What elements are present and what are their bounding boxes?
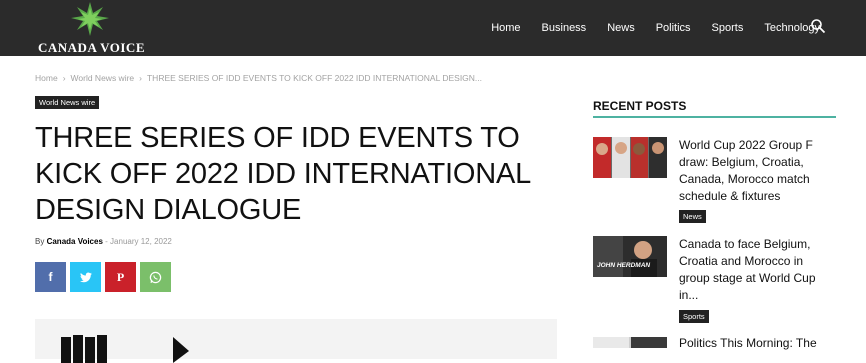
post-thumbnail[interactable]: [593, 137, 667, 178]
breadcrumb-separator-icon: ›: [139, 73, 142, 83]
pinterest-share-button[interactable]: P: [105, 262, 136, 292]
site-logo[interactable]: Canada Voice: [36, 2, 156, 55]
players-photo-icon: [593, 137, 667, 178]
post-thumbnail[interactable]: JOHN HERDMAN: [593, 236, 667, 277]
nav-item-business[interactable]: Business: [542, 22, 587, 34]
nav-item-politics[interactable]: Politics: [656, 22, 691, 34]
breadcrumb: Home › World News wire › THREE SERIES OF…: [35, 73, 482, 83]
post-title[interactable]: Politics This Morning: The: [679, 336, 836, 350]
twitter-share-button[interactable]: [70, 262, 101, 292]
thumbnail-caption: JOHN HERDMAN: [597, 262, 651, 269]
breadcrumb-separator-icon: ›: [62, 73, 66, 83]
twitter-icon: [79, 271, 92, 282]
facebook-share-button[interactable]: f: [35, 262, 66, 292]
article-media[interactable]: [35, 319, 557, 363]
nav-item-sports[interactable]: Sports: [712, 22, 744, 34]
article-title: THREE SERIES OF IDD EVENTS TO KICK OFF 2…: [35, 122, 530, 226]
search-icon[interactable]: [810, 18, 826, 34]
nav-item-home[interactable]: Home: [491, 22, 520, 34]
whatsapp-icon: [149, 271, 162, 283]
breadcrumb-category[interactable]: World News wire: [71, 73, 135, 83]
author-link[interactable]: Canada Voices: [47, 237, 103, 246]
recent-post[interactable]: Politics This Morning: The: [593, 336, 836, 350]
share-buttons: f P: [35, 262, 171, 292]
recent-post[interactable]: JOHN HERDMAN Canada to face Belgium, Cro…: [593, 236, 836, 326]
pinterest-icon: P: [116, 269, 125, 284]
coach-photo-icon: [593, 236, 667, 277]
article-meta: By Canada Voices - January 12, 2022: [35, 237, 172, 246]
post-thumbnail[interactable]: [593, 336, 667, 348]
media-placeholder-icon: [61, 335, 189, 363]
main-nav: Home Business News Politics Sports Techn…: [470, 0, 820, 56]
politics-photo-icon: [593, 337, 667, 348]
breadcrumb-current: THREE SERIES OF IDD EVENTS TO KICK OFF 2…: [146, 73, 483, 83]
post-category-badge[interactable]: News: [679, 210, 706, 223]
byline-prefix: By: [35, 237, 45, 246]
facebook-icon: f: [48, 270, 53, 284]
nav-item-news[interactable]: News: [607, 22, 635, 34]
recent-posts-heading: RECENT POSTS: [593, 99, 836, 118]
publish-date: January 12, 2022: [110, 237, 172, 246]
post-title[interactable]: World Cup 2022 Group F draw: Belgium, Cr…: [679, 137, 836, 205]
maple-star-icon: [71, 2, 109, 36]
meta-separator: -: [105, 237, 108, 246]
whatsapp-share-button[interactable]: [140, 262, 171, 292]
post-title[interactable]: Canada to face Belgium, Croatia and Moro…: [679, 236, 836, 304]
breadcrumb-home[interactable]: Home: [35, 73, 58, 83]
post-category-badge[interactable]: Sports: [679, 310, 709, 323]
site-header: Canada Voice Home Business News Politics…: [0, 0, 866, 56]
site-name: Canada Voice: [38, 40, 145, 55]
recent-post[interactable]: World Cup 2022 Group F draw: Belgium, Cr…: [593, 137, 836, 227]
category-badge[interactable]: World News wire: [35, 96, 100, 109]
